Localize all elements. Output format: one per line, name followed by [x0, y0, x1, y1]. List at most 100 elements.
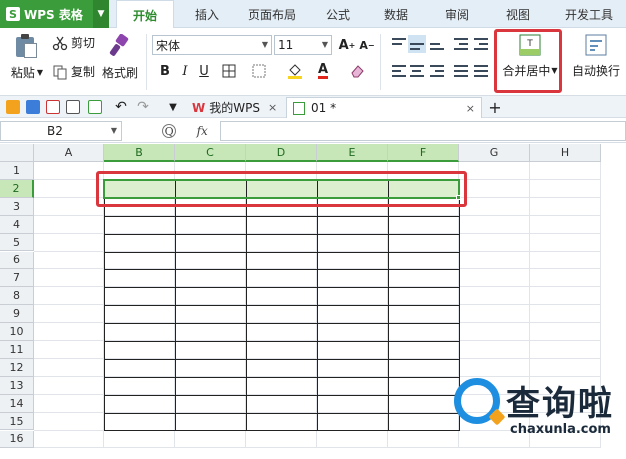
- tab-data[interactable]: 数据: [376, 0, 416, 28]
- grow-font-button[interactable]: A +: [338, 36, 356, 54]
- border-button[interactable]: [220, 62, 238, 80]
- close-icon[interactable]: ×: [466, 102, 475, 115]
- align-left-button[interactable]: [390, 62, 408, 80]
- tab-view[interactable]: 视图: [498, 0, 538, 28]
- row-header-10[interactable]: 10: [0, 323, 34, 341]
- doc-tab-label: 我的WPS: [209, 101, 260, 115]
- table-border-line: [104, 215, 459, 217]
- print-preview-icon[interactable]: [88, 100, 102, 114]
- table-border-line: [104, 269, 459, 271]
- decrease-indent-button[interactable]: [452, 35, 470, 53]
- tab-insert[interactable]: 插入: [188, 0, 226, 28]
- open-folder-icon[interactable]: [6, 100, 20, 114]
- font-name-value: 宋体: [156, 38, 181, 53]
- table-border-line: [104, 233, 459, 235]
- font-size-select[interactable]: 11 ▼: [274, 35, 332, 55]
- scissors-icon: [52, 36, 68, 50]
- row-header-3[interactable]: 3: [0, 197, 34, 216]
- chevron-down-icon: ▼: [261, 40, 268, 49]
- distributed-align-button[interactable]: [472, 62, 490, 80]
- select-all-corner[interactable]: [0, 144, 34, 162]
- table-border-line: [104, 287, 459, 289]
- new-tab-button[interactable]: +: [486, 98, 504, 117]
- paste-button[interactable]: 粘贴 ▼: [8, 34, 46, 81]
- fx-icon[interactable]: fx: [197, 124, 208, 138]
- row-header-8[interactable]: 8: [0, 287, 34, 306]
- cell-reference: B2: [47, 124, 63, 138]
- tab-home[interactable]: 开始: [116, 0, 174, 29]
- row-header-9[interactable]: 9: [0, 305, 34, 324]
- clear-format-button[interactable]: [348, 62, 366, 80]
- merge-center-highlight: [494, 29, 562, 93]
- fill-color-button[interactable]: [286, 62, 304, 80]
- row-header-1[interactable]: 1: [0, 162, 34, 180]
- row-header-12[interactable]: 12: [0, 358, 34, 377]
- save-icon[interactable]: [26, 100, 40, 114]
- app-menu-button[interactable]: S WPS 表格 ▼: [0, 0, 109, 28]
- align-right-button[interactable]: [428, 62, 446, 80]
- align-middle-button[interactable]: [408, 35, 426, 53]
- tab-formulas[interactable]: 公式: [318, 0, 358, 28]
- name-box[interactable]: B2 ▼: [0, 121, 122, 141]
- row-header-4[interactable]: 4: [0, 215, 34, 234]
- row-header-16[interactable]: 16: [0, 430, 34, 449]
- align-top-button[interactable]: [390, 35, 408, 53]
- close-icon[interactable]: ×: [268, 101, 277, 114]
- column-header-c[interactable]: C: [175, 144, 246, 162]
- copy-label: 复制: [71, 65, 96, 79]
- wrap-text-icon: [585, 34, 607, 56]
- print-icon[interactable]: [66, 100, 80, 114]
- wps-w-icon: W: [192, 100, 206, 115]
- grid-icon: [252, 64, 266, 78]
- tab-review[interactable]: 审阅: [437, 0, 477, 28]
- justify-button[interactable]: [452, 62, 470, 80]
- row-header-6[interactable]: 6: [0, 251, 34, 270]
- copy-icon: [53, 65, 67, 79]
- column-header-e[interactable]: E: [317, 144, 388, 162]
- separator: [380, 34, 381, 90]
- doc-tab-my-wps[interactable]: W 我的WPS ×: [186, 97, 283, 118]
- column-header-d[interactable]: D: [246, 144, 317, 162]
- export-pdf-icon[interactable]: [46, 100, 60, 114]
- italic-button[interactable]: I: [176, 62, 194, 80]
- align-bottom-button[interactable]: [428, 35, 446, 53]
- zoom-icon[interactable]: Q: [162, 124, 177, 138]
- row-header-15[interactable]: 15: [0, 412, 34, 431]
- column-header-b[interactable]: B: [104, 144, 175, 162]
- chevron-down-icon: ▼: [36, 68, 44, 77]
- undo-icon[interactable]: ↶: [112, 98, 130, 116]
- font-name-select[interactable]: 宋体 ▼: [152, 35, 272, 55]
- tab-page-layout[interactable]: 页面布局: [240, 0, 304, 28]
- row-header-7[interactable]: 7: [0, 269, 34, 288]
- bold-button[interactable]: B: [156, 62, 174, 80]
- row-header-11[interactable]: 11: [0, 341, 34, 359]
- redo-icon[interactable]: ↷: [134, 98, 152, 116]
- row-header-2[interactable]: 2: [0, 179, 34, 198]
- copy-button[interactable]: 复制: [52, 63, 95, 80]
- wps-logo-icon: S: [6, 7, 20, 21]
- increase-indent-button[interactable]: [472, 35, 490, 53]
- row-header-14[interactable]: 14: [0, 394, 34, 413]
- column-header-h[interactable]: H: [530, 144, 601, 162]
- cell-style-button[interactable]: [250, 62, 268, 80]
- format-painter-button[interactable]: 格式刷: [102, 34, 138, 81]
- column-header-g[interactable]: G: [459, 144, 530, 162]
- doc-tab-label: 01 *: [311, 101, 337, 115]
- font-color-button[interactable]: A: [314, 62, 332, 80]
- row-header-5[interactable]: 5: [0, 233, 34, 252]
- row-header-13[interactable]: 13: [0, 376, 34, 395]
- chaxunla-logo-icon: [454, 378, 500, 424]
- wrap-text-button[interactable]: 自动换行: [568, 34, 624, 79]
- tab-developer[interactable]: 开发工具: [556, 0, 622, 28]
- doc-tab-01[interactable]: 01 * ×: [286, 97, 482, 118]
- chevron-down-icon[interactable]: ▼: [93, 0, 109, 28]
- chevron-down-icon[interactable]: ▼: [164, 98, 182, 116]
- underline-button[interactable]: U: [195, 62, 213, 80]
- formula-input[interactable]: [220, 121, 626, 141]
- cut-button[interactable]: 剪切: [52, 34, 95, 51]
- align-center-button[interactable]: [408, 62, 426, 80]
- column-header-a[interactable]: A: [34, 144, 104, 162]
- watermark: 查询啦 chaxunla.com: [452, 372, 626, 459]
- column-header-f[interactable]: F: [388, 144, 459, 162]
- shrink-font-button[interactable]: A −: [358, 36, 376, 54]
